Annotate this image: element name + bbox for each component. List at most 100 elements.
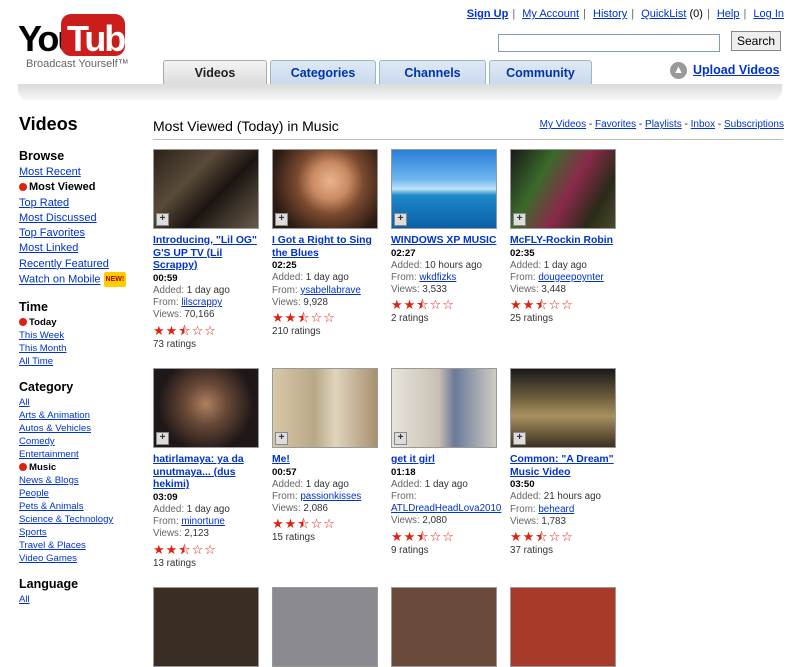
video-from: From: beheard (510, 503, 575, 515)
video-author-link[interactable]: passionkisses (300, 491, 361, 502)
star-rating-icon: ★★⯪☆☆ (153, 322, 217, 338)
divider (153, 139, 783, 140)
video-thumbnail[interactable]: + (391, 368, 497, 448)
sidebar-item-travel-places[interactable]: Travel & Places (19, 539, 144, 552)
playlists-link[interactable]: Playlists (645, 119, 682, 130)
sidebar-item-autos-vehicles[interactable]: Autos & Vehicles (19, 422, 144, 435)
quicklist-link[interactable]: QuickList (641, 8, 686, 20)
sidebar-item-most-viewed[interactable]: Most Viewed (19, 180, 144, 195)
sidebar-item-all[interactable]: All (19, 396, 144, 409)
add-to-quicklist-icon[interactable]: + (156, 432, 169, 445)
youtube-logo[interactable]: You Tube Broadcast Yourself™ (18, 14, 144, 72)
history-link[interactable]: History (593, 8, 627, 20)
sidebar-item-this-month[interactable]: This Month (19, 342, 144, 355)
sidebar-item-comedy[interactable]: Comedy (19, 435, 144, 448)
sign-up-link[interactable]: Sign Up (467, 8, 509, 20)
sidebar-item-most-linked[interactable]: Most Linked (19, 241, 144, 256)
video-thumbnail[interactable] (391, 587, 497, 667)
sidebar-item-news-blogs[interactable]: News & Blogs (19, 474, 144, 487)
sidebar-item-most-discussed[interactable]: Most Discussed (19, 211, 144, 226)
add-to-quicklist-icon[interactable]: + (394, 213, 407, 226)
video-author-link[interactable]: wkdfizks (419, 272, 456, 283)
sidebar-item-video-games[interactable]: Video Games (19, 552, 144, 565)
video-thumbnail[interactable]: + (510, 368, 616, 448)
language-group: Language All (19, 577, 144, 606)
video-author-link[interactable]: beheard (538, 504, 574, 515)
time-group: Time Today This Week This Month All Time (19, 300, 144, 368)
tab-categories[interactable]: Categories (270, 60, 376, 85)
sidebar-item-top-favorites[interactable]: Top Favorites (19, 226, 144, 241)
video-ratings-count: 13 ratings (153, 557, 197, 569)
logo-tube-box: Tube (61, 14, 144, 59)
video-thumbnail[interactable] (272, 587, 378, 667)
sidebar-item-this-week[interactable]: This Week (19, 329, 144, 342)
sidebar-item-today[interactable]: Today (19, 316, 144, 329)
sidebar-item-pets-animals[interactable]: Pets & Animals (19, 500, 144, 513)
my-videos-link[interactable]: My Videos (540, 119, 587, 130)
sidebar-item-sports[interactable]: Sports (19, 526, 144, 539)
video-thumbnail[interactable]: + (272, 149, 378, 229)
video-author-link[interactable]: dougeepoynter (538, 272, 603, 283)
video-author-link[interactable]: lilscrappy (181, 297, 222, 308)
video-ratings-count: 15 ratings (272, 532, 316, 544)
tab-community[interactable]: Community (489, 60, 592, 85)
sidebar-item-recently-featured[interactable]: Recently Featured (19, 257, 144, 272)
sidebar-item-most-recent[interactable]: Most Recent (19, 165, 144, 180)
video-added: Added: 1 day ago (272, 478, 349, 490)
video-author-link[interactable]: ATLDreadHeadLova2010 (391, 503, 501, 514)
video-from: From: ATLDreadHeadLova2010 (391, 491, 502, 515)
video-added: Added: 1 day ago (510, 259, 587, 271)
sidebar-item-people[interactable]: People (19, 487, 144, 500)
video-title-link[interactable]: get it girl (391, 454, 501, 467)
add-to-quicklist-icon[interactable]: + (394, 432, 407, 445)
video-title-link[interactable]: McFLY-Rockin Robin (510, 235, 620, 248)
video-thumbnail[interactable]: + (153, 149, 259, 229)
video-title-link[interactable]: Me! (272, 454, 382, 467)
video-ratings-count: 73 ratings (153, 338, 197, 350)
video-title-link[interactable]: hatirlamaya: ya da unutmaya... (dus heki… (153, 454, 263, 492)
inbox-link[interactable]: Inbox (691, 119, 715, 130)
subscriptions-link[interactable]: Subscriptions (724, 119, 784, 130)
video-title-link[interactable]: Introducing, "Lil OG" G'S UP TV (Lil Scr… (153, 235, 263, 273)
sidebar-item-language-all[interactable]: All (19, 593, 144, 606)
sidebar-item-entertainment[interactable]: Entertainment (19, 448, 144, 461)
video-views: Views: 2,080 (391, 515, 447, 527)
search-input[interactable] (498, 34, 720, 52)
video-thumbnail[interactable] (153, 587, 259, 667)
sidebar-item-watch-on-mobile[interactable]: Watch on Mobile NEW! (19, 272, 144, 288)
sidebar-item-all-time[interactable]: All Time (19, 355, 144, 368)
video-title-link[interactable]: WINDOWS XP MUSIC (391, 235, 501, 248)
video-card: + Introducing, "Lil OG" G'S UP TV (Lil S… (153, 149, 263, 351)
video-card: + WINDOWS XP MUSIC 02:27 Added: 10 hours… (391, 149, 501, 326)
logo-tagline: Broadcast Yourself™ (26, 58, 129, 70)
video-views: Views: 2,123 (153, 528, 209, 540)
add-to-quicklist-icon[interactable]: + (513, 432, 526, 445)
log-in-link[interactable]: Log In (753, 8, 784, 20)
video-added: Added: 1 day ago (153, 503, 230, 515)
video-thumbnail[interactable] (510, 587, 616, 667)
add-to-quicklist-icon[interactable]: + (275, 213, 288, 226)
sidebar-item-science-technology[interactable]: Science & Technology (19, 513, 144, 526)
add-to-quicklist-icon[interactable]: + (275, 432, 288, 445)
sidebar-item-top-rated[interactable]: Top Rated (19, 196, 144, 211)
top-links: Sign Up | My Account | History | QuickList … (466, 8, 784, 20)
favorites-link[interactable]: Favorites (595, 119, 636, 130)
video-author-link[interactable]: minortune (181, 516, 225, 527)
sidebar-item-arts-animation[interactable]: Arts & Animation (19, 409, 144, 422)
help-link[interactable]: Help (717, 8, 740, 20)
video-thumbnail[interactable]: + (153, 368, 259, 448)
tab-channels[interactable]: Channels (379, 60, 486, 85)
video-title-link[interactable]: Common: "A Dream" Music Video (510, 454, 620, 479)
video-thumbnail[interactable]: + (272, 368, 378, 448)
add-to-quicklist-icon[interactable]: + (513, 213, 526, 226)
video-author-link[interactable]: ysabellabrave (300, 285, 360, 296)
my-account-link[interactable]: My Account (522, 8, 579, 20)
sidebar-item-music[interactable]: Music (19, 461, 144, 474)
video-thumbnail[interactable]: + (510, 149, 616, 229)
video-title-link[interactable]: I Got a Right to Sing the Blues (272, 235, 382, 260)
video-thumbnail[interactable]: + (391, 149, 497, 229)
upload-videos-link[interactable]: ▲ Upload Videos (670, 62, 780, 79)
add-to-quicklist-icon[interactable]: + (156, 213, 169, 226)
search-button[interactable]: Search (731, 31, 781, 51)
tab-videos[interactable]: Videos (163, 60, 267, 85)
